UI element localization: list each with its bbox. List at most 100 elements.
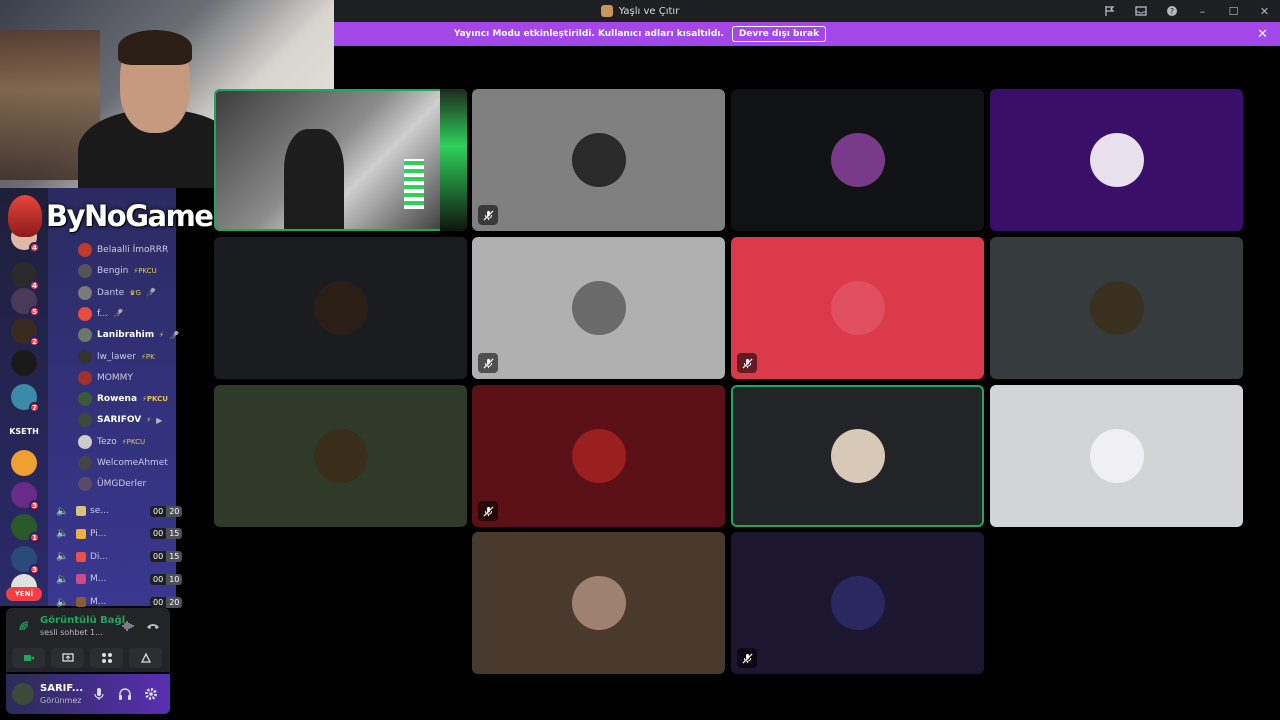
disconnect-icon[interactable] xyxy=(146,620,160,632)
server-icon[interactable]: 7 xyxy=(11,384,40,413)
participant-tile[interactable] xyxy=(731,237,984,379)
screen-share-button[interactable] xyxy=(51,648,84,668)
voice-channel[interactable]: 🔈 Di... 00 15 xyxy=(56,548,216,566)
voice-member[interactable]: WelcomeAhmet xyxy=(78,454,168,472)
server-icon[interactable]: 2 xyxy=(11,318,40,347)
server-icon[interactable]: 3 xyxy=(11,482,40,511)
help-icon[interactable]: ? xyxy=(1156,0,1187,22)
participant-tile[interactable] xyxy=(472,237,725,379)
participant-tile[interactable] xyxy=(472,89,725,231)
member-name: Tezo xyxy=(97,436,117,447)
voice-member[interactable]: Belaalli İmoRRR xyxy=(78,241,168,259)
brand-logo xyxy=(8,195,42,237)
window-title-text: Yaşlı ve Çıtır xyxy=(618,5,680,17)
speaker-icon: 🔈 xyxy=(56,528,69,540)
user-avatar[interactable] xyxy=(12,683,34,705)
voice-member[interactable]: Tezo ⚡PKCU xyxy=(78,433,145,451)
speaker-icon: 🔈 xyxy=(56,505,69,517)
voice-channel[interactable]: 🔈 Pi... 00 15 xyxy=(56,525,216,543)
voice-member[interactable]: SARIFOV ⚡ ▶ xyxy=(78,411,165,429)
voice-channel-user-count: 00 xyxy=(150,573,167,585)
participant-avatar xyxy=(572,133,626,187)
banner-close-button[interactable]: ✕ xyxy=(1257,27,1268,42)
participant-tile[interactable] xyxy=(990,89,1243,231)
voice-member[interactable]: Rowena ⚡PKCU xyxy=(78,390,168,408)
participant-tile[interactable] xyxy=(990,385,1243,527)
signal-icon[interactable] xyxy=(18,620,30,632)
voice-member[interactable]: Dante ♛G 🎤̸ xyxy=(78,284,156,302)
window-controls: ? – ☐ ✕ xyxy=(1094,0,1280,22)
server-icon[interactable]: 1 xyxy=(11,514,40,543)
inbox-icon[interactable] xyxy=(1125,0,1156,22)
server-mention-badge: 1 xyxy=(29,532,40,543)
server-icon[interactable]: 5 xyxy=(11,288,40,317)
voice-channel[interactable]: 🔈 se... 00 20 xyxy=(56,502,216,520)
voice-member[interactable]: f... 🎤̸ xyxy=(78,305,123,323)
member-avatar xyxy=(78,306,92,321)
server-mention-badge: 3 xyxy=(29,500,40,511)
member-tag: ⚡PK xyxy=(140,352,155,361)
participant-camera-tile[interactable] xyxy=(214,89,467,231)
disable-streamer-mode-button[interactable]: Devre dışı bırak xyxy=(731,26,827,42)
participant-avatar xyxy=(572,429,626,483)
inbox-flag-icon[interactable] xyxy=(1094,0,1125,22)
server-icon[interactable]: 4 xyxy=(11,262,40,291)
member-avatar xyxy=(78,328,92,343)
member-tag: ⚡PKCU xyxy=(133,267,157,276)
server-icon[interactable]: 3 xyxy=(11,546,40,575)
server-icon-text[interactable]: KSETH xyxy=(6,418,42,444)
member-name: Belaalli İmoRRR xyxy=(97,245,169,255)
participant-tile[interactable] xyxy=(472,532,725,674)
speaker-icon: 🔈 xyxy=(56,573,69,585)
soundboard-button[interactable] xyxy=(129,648,162,668)
voice-member[interactable]: ÜMGDerler xyxy=(78,475,146,493)
participant-avatar xyxy=(572,281,626,335)
participant-avatar xyxy=(572,576,626,630)
participant-tile[interactable] xyxy=(731,385,984,527)
participant-tile[interactable] xyxy=(731,532,984,674)
voice-channel-user-limit: 15 xyxy=(166,528,183,540)
user-panel: SARIF... Görünmez xyxy=(6,674,170,714)
voice-member[interactable]: Lanibrahim ⚡ 🎤̸ xyxy=(78,326,179,344)
voice-channel-user-count: 00 xyxy=(150,596,167,608)
camera-button[interactable] xyxy=(12,648,45,668)
maximize-button[interactable]: ☐ xyxy=(1218,0,1249,22)
activities-button[interactable] xyxy=(90,648,123,668)
server-icon xyxy=(600,5,613,17)
participant-tile[interactable] xyxy=(990,237,1243,379)
member-avatar xyxy=(78,285,92,300)
camera-person xyxy=(284,129,344,229)
user-name[interactable]: SARIF... xyxy=(40,683,83,694)
voice-channel[interactable]: 🔈 M... 00 10 xyxy=(56,570,216,588)
participant-tile[interactable] xyxy=(731,89,984,231)
voice-channel-user-count: 00 xyxy=(150,505,167,517)
headphones-icon[interactable] xyxy=(118,687,132,701)
member-avatar xyxy=(78,349,92,364)
voice-member[interactable]: MOMMY xyxy=(78,369,133,387)
noise-suppression-icon[interactable] xyxy=(122,620,134,632)
participant-avatar xyxy=(314,429,368,483)
microphone-icon[interactable] xyxy=(92,687,106,701)
voice-channel-name[interactable]: sesli sohbet 1... xyxy=(40,628,103,637)
settings-gear-icon[interactable] xyxy=(144,687,158,701)
member-avatar xyxy=(78,370,92,385)
voice-channel-name: M... xyxy=(90,597,107,608)
participant-tile[interactable] xyxy=(214,237,467,379)
participant-avatar xyxy=(314,281,368,335)
close-window-button[interactable]: ✕ xyxy=(1249,0,1280,22)
voice-member[interactable]: Bengin ⚡PKCU xyxy=(78,262,157,280)
server-icon[interactable] xyxy=(11,450,37,476)
voice-connection-status[interactable]: Görüntülü Bağl xyxy=(40,615,125,626)
server-icon[interactable] xyxy=(11,350,37,376)
voice-member[interactable]: lw_lawer ⚡PK xyxy=(78,348,155,366)
channel-emoji-icon xyxy=(76,528,86,539)
participant-tile[interactable] xyxy=(472,385,725,527)
soundboard-icon xyxy=(140,652,151,663)
participant-avatar xyxy=(1090,429,1144,483)
screen-share-icon xyxy=(61,653,74,662)
voice-channel-user-count: 00 xyxy=(150,551,167,563)
member-tag: ⚡ xyxy=(159,331,165,340)
new-servers-badge[interactable]: YENİ xyxy=(6,587,42,601)
participant-tile[interactable] xyxy=(214,385,467,527)
minimize-button[interactable]: – xyxy=(1187,0,1218,22)
